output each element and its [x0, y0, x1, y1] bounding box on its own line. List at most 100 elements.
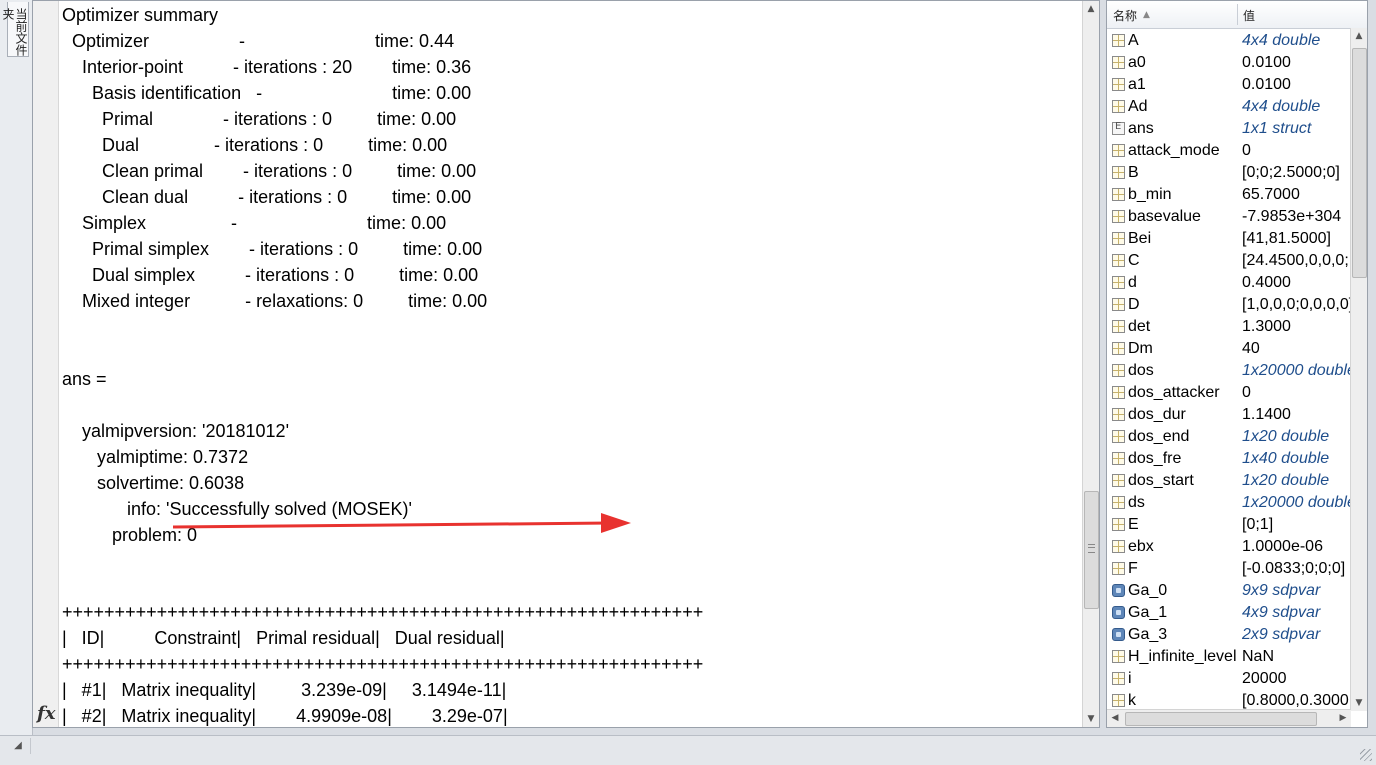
column-header-name[interactable]: 名称	[1113, 7, 1137, 24]
workspace-variable-row[interactable]: b_min 65.7000	[1107, 184, 1351, 206]
console-line: Clean primal - iterations : 0 time: 0.00	[62, 161, 477, 181]
command-window[interactable]: fx Optimizer summary Optimizer - time: 0…	[32, 0, 1100, 728]
workspace-variable-row[interactable]: Dm 40	[1107, 338, 1351, 360]
variable-name: ds	[1128, 494, 1145, 511]
workspace-header: 名称 ▲ 值	[1107, 1, 1367, 29]
console-line: Primal simplex - iterations : 0 time: 0.…	[62, 239, 483, 259]
workspace-variable-row[interactable]: det 1.3000	[1107, 316, 1351, 338]
variable-name: det	[1128, 318, 1151, 335]
scroll-right-arrow-icon[interactable]: ▶	[1335, 710, 1351, 727]
matrix-variable-icon	[1112, 518, 1125, 531]
variable-name: k	[1128, 692, 1136, 709]
workspace-variable-row[interactable]: attack_mode 0	[1107, 140, 1351, 162]
console-line: | ID| Constraint| Primal residual| Dual …	[62, 628, 505, 648]
console-line: Mixed integer - relaxations: 0 time: 0.0…	[62, 291, 488, 311]
matrix-variable-icon	[1112, 320, 1125, 333]
workspace-variable-row[interactable]: i 20000	[1107, 668, 1351, 690]
variable-name: Ga_1	[1128, 604, 1168, 621]
variable-value: 20000	[1242, 670, 1287, 687]
variable-value: 1x1 struct	[1242, 120, 1312, 137]
scroll-up-arrow-icon[interactable]: ▲	[1351, 28, 1367, 44]
workspace-variable-row[interactable]: a1 0.0100	[1107, 74, 1351, 96]
matrix-variable-icon	[1112, 34, 1125, 47]
workspace-variable-row[interactable]: dos_fre 1x40 double	[1107, 448, 1351, 470]
workspace-horizontal-scrollbar[interactable]: ◀ ▶	[1107, 709, 1351, 727]
matrix-variable-icon	[1112, 210, 1125, 223]
variable-value: 0	[1242, 142, 1251, 159]
left-tab-strip: 当前文件夹	[0, 0, 33, 735]
workspace-variable-row[interactable]: dos_attacker 0	[1107, 382, 1351, 404]
variable-name: i	[1128, 670, 1132, 687]
workspace-variable-row[interactable]: dos 1x20000 double	[1107, 360, 1352, 382]
column-separator[interactable]	[1237, 4, 1238, 25]
matrix-variable-icon	[1112, 650, 1125, 663]
variable-value: 1.3000	[1242, 318, 1291, 335]
variable-name: attack_mode	[1128, 142, 1220, 159]
command-scrollbar[interactable]: ▲ ▼	[1082, 1, 1099, 727]
status-start-icon[interactable]: ◢	[6, 738, 31, 754]
console-line: Primal - iterations : 0 time: 0.00	[62, 109, 457, 129]
matrix-variable-icon	[1112, 100, 1125, 113]
function-browser-icon[interactable]: fx	[37, 703, 55, 724]
variable-name: H_infinite_level	[1128, 648, 1237, 665]
workspace-variable-row[interactable]: Ga_3 2x9 sdpvar	[1107, 624, 1351, 646]
console-line: Simplex - time: 0.00	[62, 213, 447, 233]
console-line: | #1| Matrix inequality| 3.239e-09| 3.14…	[62, 680, 507, 700]
variable-value: 4x9 sdpvar	[1242, 604, 1321, 621]
workspace-variable-row[interactable]: dos_dur 1.1400	[1107, 404, 1351, 426]
workspace-variable-row[interactable]: dos_start 1x20 double	[1107, 470, 1351, 492]
scroll-down-arrow-icon[interactable]: ▼	[1083, 711, 1099, 727]
resize-grip-icon[interactable]	[1360, 749, 1372, 761]
scroll-down-arrow-icon[interactable]: ▼	[1351, 695, 1367, 711]
variable-value: 65.7000	[1242, 186, 1300, 203]
workspace-variable-row[interactable]: A 4x4 double	[1107, 30, 1351, 52]
workspace-variable-row[interactable]: a0 0.0100	[1107, 52, 1351, 74]
workspace-variable-row[interactable]: B [0;0;2.5000;0]	[1107, 162, 1351, 184]
matrix-variable-icon	[1112, 430, 1125, 443]
workspace-variable-row[interactable]: Ga_1 4x9 sdpvar	[1107, 602, 1351, 624]
workspace-variable-row[interactable]: basevalue -7.9853e+304	[1107, 206, 1351, 228]
workspace-scrollbar-thumb[interactable]	[1352, 48, 1367, 278]
variable-name: Ad	[1128, 98, 1148, 115]
console-line: Dual - iterations : 0 time: 0.00	[62, 135, 448, 155]
column-header-value[interactable]: 值	[1243, 7, 1255, 24]
matrix-variable-icon	[1112, 474, 1125, 487]
struct-variable-icon	[1112, 121, 1125, 135]
workspace-variable-row[interactable]: Ga_0 9x9 sdpvar	[1107, 580, 1351, 602]
variable-name: b_min	[1128, 186, 1172, 203]
variable-value: 2x9 sdpvar	[1242, 626, 1321, 643]
workspace-variable-row[interactable]: d 0.4000	[1107, 272, 1351, 294]
console-line: Clean dual - iterations : 0 time: 0.00	[62, 187, 472, 207]
workspace-variable-row[interactable]: E [0;1]	[1107, 514, 1351, 536]
matrix-variable-icon	[1112, 408, 1125, 421]
workspace-variable-row[interactable]: dos_end 1x20 double	[1107, 426, 1351, 448]
variable-value: -7.9853e+304	[1242, 208, 1342, 225]
scroll-up-arrow-icon[interactable]: ▲	[1083, 1, 1099, 17]
matrix-variable-icon	[1112, 298, 1125, 311]
workspace-variable-row[interactable]: D [1,0,0,0;0,0,0,0]	[1107, 294, 1352, 316]
workspace-variable-row[interactable]: Ad 4x4 double	[1107, 96, 1351, 118]
red-annotation-arrow	[173, 513, 631, 533]
workspace-variable-row[interactable]: C [24.4500,0,0,0;	[1107, 250, 1351, 272]
variable-value: [41,81.5000]	[1242, 230, 1331, 247]
current-folder-tab[interactable]: 当前文件夹	[1, 2, 29, 57]
workspace-variable-row[interactable]: ds 1x20000 double	[1107, 492, 1352, 514]
workspace-hscroll-thumb[interactable]	[1125, 712, 1317, 726]
workspace-vertical-scrollbar[interactable]: ▲ ▼	[1350, 28, 1367, 711]
variable-value: 4x4 double	[1242, 98, 1321, 115]
workspace-variable-row[interactable]: ans 1x1 struct	[1107, 118, 1351, 140]
annotation-arrow-shaft	[173, 521, 612, 529]
console-line: Basis identification - time: 0.00	[62, 83, 472, 103]
workspace-variable-row[interactable]: Bei [41,81.5000]	[1107, 228, 1351, 250]
command-scrollbar-thumb[interactable]	[1084, 491, 1099, 609]
workspace-variable-row[interactable]: H_infinite_level NaN	[1107, 646, 1351, 668]
variable-name: D	[1128, 296, 1140, 313]
workspace-panel[interactable]: 名称 ▲ 值 A 4x4 double a0 0.0100 a1 0.0100 Ad 4x4 …	[1106, 0, 1368, 728]
variable-value: 4x4 double	[1242, 32, 1321, 49]
status-bar: ◢	[0, 735, 1376, 765]
console-line: yalmiptime: 0.7372	[62, 447, 249, 467]
workspace-variable-row[interactable]: F [-0.0833;0;0;0]	[1107, 558, 1351, 580]
workspace-variable-row[interactable]: ebx 1.0000e-06	[1107, 536, 1351, 558]
scroll-left-arrow-icon[interactable]: ◀	[1107, 710, 1123, 727]
current-folder-tab-label: 当前文件夹	[1, 8, 28, 56]
